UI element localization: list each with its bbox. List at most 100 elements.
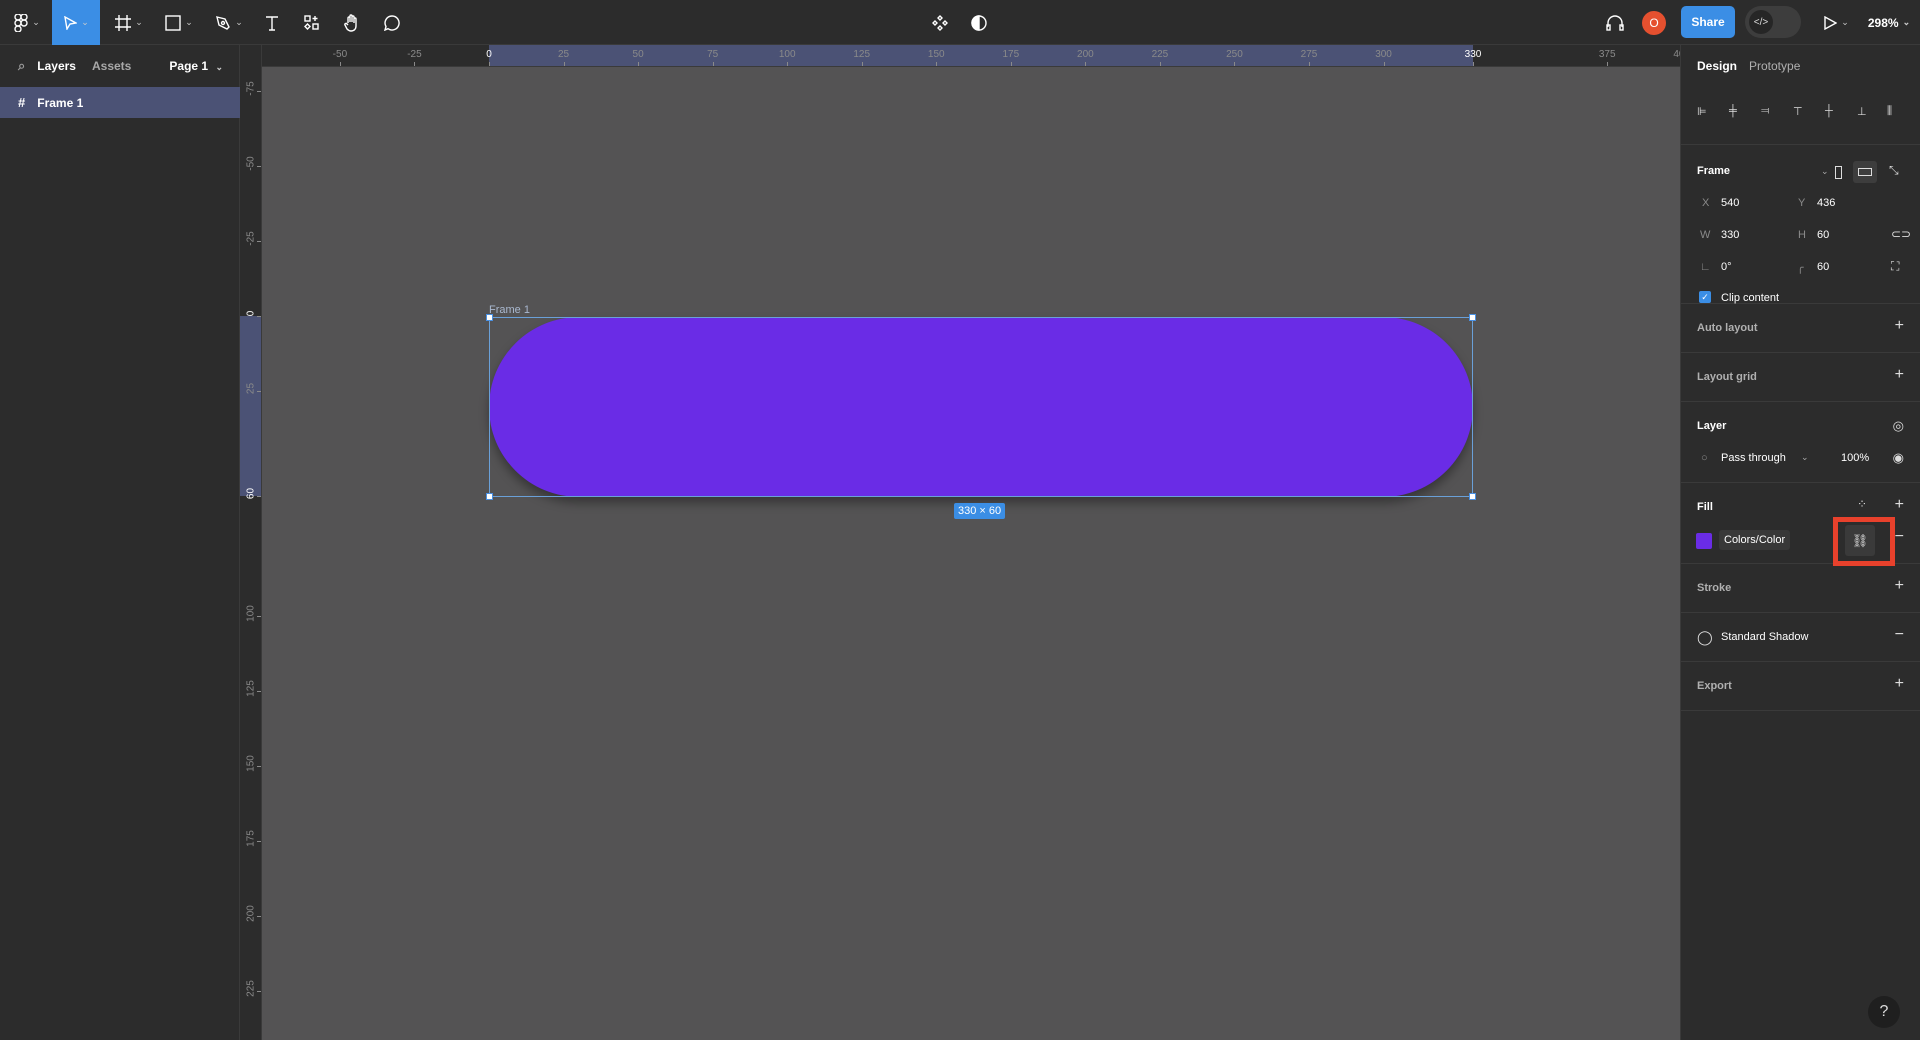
- x-input[interactable]: 540: [1721, 197, 1739, 209]
- fill-style-name[interactable]: Colors/Color: [1719, 530, 1791, 550]
- fill-color-swatch[interactable]: [1696, 533, 1712, 549]
- stroke-section: Stroke +: [1681, 564, 1920, 613]
- rotation-input[interactable]: 0°: [1721, 261, 1732, 273]
- style-grid-icon[interactable]: ⁘: [1857, 497, 1867, 511]
- ruler-tick: [257, 316, 261, 317]
- add-fill-button[interactable]: +: [1895, 497, 1904, 513]
- align-bottom-icon[interactable]: ⊥: [1857, 105, 1867, 118]
- frame-tool-button[interactable]: ⌄: [108, 0, 150, 45]
- add-auto-layout-button[interactable]: +: [1895, 318, 1904, 334]
- ruler-tick-label: 200: [1077, 49, 1094, 60]
- layout-grid-section: Layout grid +: [1681, 353, 1920, 402]
- ruler-tick: [257, 496, 261, 497]
- selection-box: [489, 317, 1473, 497]
- clip-content-checkbox[interactable]: ✓: [1699, 291, 1711, 303]
- tab-design[interactable]: Design: [1697, 59, 1737, 73]
- unlink-icon: ⛓: [1851, 532, 1869, 548]
- layer-item[interactable]: # Frame 1: [0, 87, 240, 118]
- add-stroke-button[interactable]: +: [1895, 578, 1904, 594]
- layer-mode-icon[interactable]: ◎: [1893, 418, 1904, 434]
- resize-to-fit-icon[interactable]: ⤡: [1889, 163, 1899, 178]
- width-input[interactable]: 330: [1721, 229, 1739, 241]
- blend-mode-icon: ○: [1701, 452, 1708, 464]
- page-selector[interactable]: Page 1 ⌄: [169, 59, 223, 73]
- align-right-icon[interactable]: ⫤: [1761, 105, 1769, 118]
- ruler-tick-label: 100: [245, 605, 257, 622]
- align-top-icon[interactable]: ⊤: [1793, 105, 1803, 118]
- chevron-down-icon: ⌄: [1902, 17, 1911, 27]
- detach-style-button[interactable]: ⛓: [1845, 525, 1875, 556]
- zoom-menu[interactable]: 298% ⌄: [1862, 0, 1916, 45]
- avatar-wrapper[interactable]: O: [1642, 0, 1666, 45]
- ruler-tick: [861, 62, 863, 66]
- portrait-icon: [1834, 165, 1842, 179]
- resize-handle-bottom-left[interactable]: [486, 493, 493, 500]
- chevron-down-icon: ⌄: [215, 62, 223, 72]
- hand-tool-button[interactable]: [334, 0, 370, 45]
- landscape-button[interactable]: [1853, 161, 1877, 183]
- canvas[interactable]: Frame 1 330 × 60: [262, 67, 1680, 1040]
- pen-tool-button[interactable]: ⌄: [208, 0, 250, 45]
- main-menu-button[interactable]: ⌄: [6, 0, 48, 45]
- opacity-input[interactable]: 100%: [1841, 452, 1869, 464]
- appearance-toggle[interactable]: [963, 0, 995, 45]
- add-layout-grid-button[interactable]: +: [1895, 367, 1904, 383]
- present-button[interactable]: ⌄: [1818, 0, 1854, 45]
- align-horizontal-center-icon[interactable]: ╪: [1729, 105, 1737, 117]
- resize-handle-bottom-right[interactable]: [1469, 493, 1476, 500]
- help-button[interactable]: ?: [1868, 996, 1900, 1028]
- corner-radius-input[interactable]: 60: [1817, 261, 1829, 273]
- text-tool-button[interactable]: [254, 0, 290, 45]
- layer-title: Layer: [1697, 420, 1727, 432]
- comment-icon: [384, 14, 400, 31]
- visibility-eye-icon[interactable]: ◉: [1893, 450, 1904, 466]
- w-label: W: [1700, 229, 1711, 241]
- remove-fill-button[interactable]: −: [1895, 529, 1904, 545]
- tab-layers[interactable]: Layers: [37, 59, 76, 73]
- corner-radius-icon: ╭: [1797, 262, 1804, 274]
- ruler-tick-label: 25: [245, 382, 257, 395]
- align-vertical-center-icon[interactable]: ┼: [1825, 105, 1833, 117]
- add-export-button[interactable]: +: [1895, 676, 1904, 692]
- tab-prototype[interactable]: Prototype: [1749, 59, 1800, 73]
- frame-label[interactable]: Frame 1: [489, 304, 530, 316]
- rotation-icon: ∟: [1700, 261, 1711, 273]
- tab-assets[interactable]: Assets: [92, 59, 131, 73]
- resources-icon: [304, 14, 319, 30]
- comment-tool-button[interactable]: [374, 0, 410, 45]
- portrait-button[interactable]: [1827, 161, 1849, 183]
- y-input[interactable]: 436: [1817, 197, 1835, 209]
- resources-button[interactable]: [294, 0, 330, 45]
- audio-button[interactable]: [1600, 0, 1630, 45]
- ruler-tick: [712, 62, 714, 66]
- components-button[interactable]: [924, 0, 956, 45]
- resize-handle-top-left[interactable]: [486, 314, 493, 321]
- share-button[interactable]: Share: [1681, 6, 1735, 38]
- align-left-icon[interactable]: ⊫: [1697, 105, 1707, 118]
- fill-section: Fill ⁘ + Colors/Color ⛓ −: [1681, 483, 1920, 566]
- effect-style-name[interactable]: Standard Shadow: [1721, 631, 1808, 643]
- chevron-down-icon: ⌄: [1801, 452, 1809, 462]
- frame-icon: #: [18, 95, 26, 110]
- resize-handle-top-right[interactable]: [1469, 314, 1476, 321]
- layer-section: Layer ◎ ○ Pass through ⌄ 100% ◉: [1681, 402, 1920, 483]
- ruler-tick-label: 400: [1673, 49, 1680, 60]
- chevron-down-icon: ⌄: [81, 17, 89, 27]
- remove-effect-button[interactable]: −: [1895, 627, 1904, 643]
- shape-tool-button[interactable]: ⌄: [158, 0, 200, 45]
- avatar[interactable]: O: [1642, 10, 1666, 35]
- frame-title[interactable]: Frame: [1697, 165, 1730, 177]
- constrain-proportions-icon[interactable]: ⊂⊃: [1891, 227, 1911, 241]
- search-icon[interactable]: ⌕: [18, 58, 25, 74]
- blend-mode-select[interactable]: Pass through: [1721, 452, 1786, 464]
- height-input[interactable]: 60: [1817, 229, 1829, 241]
- independent-corners-icon[interactable]: ⛶: [1891, 259, 1899, 274]
- distribute-icon[interactable]: ⫼: [1887, 105, 1892, 118]
- clip-content-label: Clip content: [1721, 292, 1780, 304]
- frame-icon: [115, 14, 132, 31]
- ruler-tick-label: -25: [407, 49, 422, 60]
- move-tool-button[interactable]: ⌄: [52, 0, 100, 45]
- dev-mode-toggle[interactable]: </>: [1745, 6, 1801, 38]
- layers-panel: ⌕ Layers Assets Page 1 ⌄ # Frame 1: [0, 45, 240, 1040]
- ruler-tick: [787, 62, 789, 66]
